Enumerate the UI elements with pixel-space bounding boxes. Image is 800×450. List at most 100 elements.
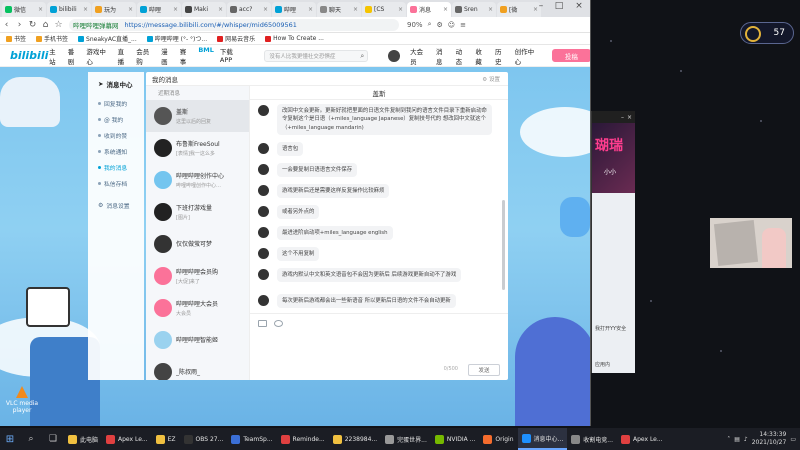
browser-tab[interactable]: [CS ×: [362, 2, 406, 17]
close-icon[interactable]: ×: [627, 114, 632, 121]
upload-button[interactable]: 投稿: [551, 49, 590, 62]
image-icon[interactable]: [258, 320, 267, 327]
avatar[interactable]: [388, 49, 401, 62]
nav-item[interactable]: BML: [198, 46, 214, 66]
task-view-icon[interactable]: ❏: [42, 428, 64, 450]
taskbar-app[interactable]: 收割电竞...: [567, 428, 617, 450]
close-icon[interactable]: ×: [218, 6, 223, 13]
desktop-icon-vlc[interactable]: VLC media player: [2, 386, 42, 414]
browser-tab-active[interactable]: 消息 ×: [407, 2, 451, 17]
back-icon[interactable]: ‹: [0, 20, 13, 30]
close-icon[interactable]: ×: [128, 6, 133, 13]
sidebar-item-likes[interactable]: 收到的赞: [88, 127, 144, 143]
volume-icon[interactable]: ♪: [744, 436, 748, 443]
nav-item[interactable]: 漫画: [161, 46, 174, 66]
send-button[interactable]: 发送: [468, 364, 500, 376]
nav-dynamic[interactable]: 动态: [456, 46, 469, 66]
sidebar-item-at[interactable]: @ 我的: [88, 111, 144, 127]
bookmark-item[interactable]: 书签: [6, 34, 26, 43]
close-icon[interactable]: ×: [173, 6, 178, 13]
close-icon[interactable]: ×: [398, 6, 403, 13]
bookmark-item[interactable]: How To Create ...: [265, 35, 324, 42]
sidebar-item-system[interactable]: 系统通知: [88, 143, 144, 159]
taskbar-app[interactable]: TeamSp...: [227, 428, 276, 450]
close-icon[interactable]: ×: [353, 6, 358, 13]
minimize-icon[interactable]: –: [532, 1, 550, 11]
nav-item[interactable]: 会员购: [136, 46, 155, 66]
clock[interactable]: 14:33:39 2021/10/27: [752, 431, 787, 447]
taskbar-app[interactable]: Apex Le...: [617, 428, 667, 450]
taskbar-app[interactable]: Origin: [479, 428, 517, 450]
home-icon[interactable]: ⌂: [39, 20, 52, 30]
nav-vip[interactable]: 大会员: [410, 46, 429, 66]
chat-history[interactable]: 改回中文会更新。更新好就把里面的日语文件复制到我问的语言文件目录下重新启动命令复…: [250, 100, 508, 313]
close-icon[interactable]: ×: [83, 6, 88, 13]
conversation-item[interactable]: 仅仅做萤可梦: [146, 228, 249, 260]
sidebar-item-reply[interactable]: 回复我的: [88, 95, 144, 111]
chat-scrollbar[interactable]: [502, 200, 505, 290]
taskbar-app[interactable]: NVIDIA ...: [431, 428, 480, 450]
nav-favorites[interactable]: 收藏: [475, 46, 488, 66]
close-icon[interactable]: ×: [488, 6, 493, 13]
sidebar-item-settings[interactable]: ⚙ 消息设置: [88, 197, 144, 213]
close-icon[interactable]: ×: [263, 6, 268, 13]
taskbar-app[interactable]: Reminde...: [277, 428, 329, 450]
reload-icon[interactable]: ↻: [26, 20, 39, 30]
taskbar-app[interactable]: EZ: [152, 428, 180, 450]
url-field[interactable]: 哔哩哔哩弹幕网 https://message.bilibili.com/#/w…: [69, 18, 399, 31]
taskbar-app[interactable]: OBS 27...: [180, 428, 228, 450]
search-icon[interactable]: ⌕: [360, 52, 364, 61]
browser-tab[interactable]: 哔哩 ×: [272, 2, 316, 17]
chevron-up-icon[interactable]: ˄: [727, 436, 730, 443]
user-icon[interactable]: ☺: [448, 21, 455, 29]
maximize-icon[interactable]: □: [550, 1, 568, 11]
nav-item[interactable]: 番剧: [68, 46, 81, 66]
zoom-level[interactable]: 90%: [407, 21, 423, 29]
browser-tab[interactable]: 微信 ×: [2, 2, 46, 17]
nav-item[interactable]: 赛事: [180, 46, 193, 66]
nav-creator[interactable]: 创作中心: [515, 46, 540, 66]
conversation-item[interactable]: 布鲁斯FreeSoul [表情]我一这么多: [146, 132, 249, 164]
nav-item[interactable]: 直播: [118, 46, 131, 66]
browser-tab[interactable]: bilibili ×: [47, 2, 91, 17]
message-input[interactable]: 0/500 发送: [250, 313, 508, 380]
nav-item[interactable]: 游戏中心: [86, 46, 111, 66]
conversation-item[interactable]: 哔哩哔哩大会员 大会员: [146, 292, 249, 324]
browser-tab[interactable]: 哔哩 ×: [137, 2, 181, 17]
notification-icon[interactable]: ▭: [790, 436, 796, 443]
nav-item[interactable]: 主站: [49, 46, 62, 66]
taskbar-app[interactable]: Apex Le...: [102, 428, 152, 450]
taskbar-app[interactable]: 此电脑: [64, 428, 102, 450]
browser-tab[interactable]: Sren ×: [452, 2, 496, 17]
bilibili-logo[interactable]: bilibili: [10, 49, 49, 62]
menu-icon[interactable]: ≡: [460, 21, 466, 29]
nav-history[interactable]: 历史: [495, 46, 508, 66]
bookmark-item[interactable]: 网易云音乐: [217, 34, 255, 43]
bookmark-item[interactable]: 手机书签: [36, 34, 68, 43]
conversation-item[interactable]: 哔哩哔哩创作中心 哔哩哔哩创作中心…: [146, 164, 249, 196]
search-icon[interactable]: ⌕: [428, 20, 432, 29]
sidebar-item-my-messages[interactable]: 我的消息: [88, 159, 144, 175]
sidebar-item-archive[interactable]: 私信存档: [88, 175, 144, 191]
conversation-item[interactable]: 哔哩哔哩智能姬: [146, 324, 249, 356]
close-icon[interactable]: ×: [38, 6, 43, 13]
browser-tab[interactable]: acc? ×: [227, 2, 271, 17]
close-window-icon[interactable]: ×: [570, 1, 588, 11]
bookmark-item[interactable]: 哔哩哔哩 (°- °)つ...: [146, 34, 207, 43]
network-icon[interactable]: ▤: [734, 436, 740, 443]
minimize-icon[interactable]: –: [621, 114, 624, 121]
close-icon[interactable]: ×: [308, 6, 313, 13]
conversation-item[interactable]: 下班打游戏量 [图片]: [146, 196, 249, 228]
side-app-banner[interactable]: 瑚瑞 小小: [592, 123, 635, 193]
search-input[interactable]: 没有人比我更懂社交恐惧症 ⌕: [264, 49, 369, 62]
browser-tab[interactable]: 聊天 ×: [317, 2, 361, 17]
forward-icon[interactable]: ›: [13, 20, 26, 30]
conversation-item[interactable]: _陈叔雨_: [146, 356, 249, 380]
emoji-icon[interactable]: [274, 320, 283, 327]
taskbar-app-active[interactable]: 消息中心...: [517, 428, 568, 450]
star-icon[interactable]: ☆: [52, 20, 65, 30]
browser-tab[interactable]: Maki ×: [182, 2, 226, 17]
bookmark-item[interactable]: SneakyAC直播_...: [78, 34, 137, 43]
message-settings-link[interactable]: ⚙ 设置: [482, 75, 500, 83]
conversation-item-active[interactable]: 盖斯 这里以后的回复: [146, 100, 249, 132]
